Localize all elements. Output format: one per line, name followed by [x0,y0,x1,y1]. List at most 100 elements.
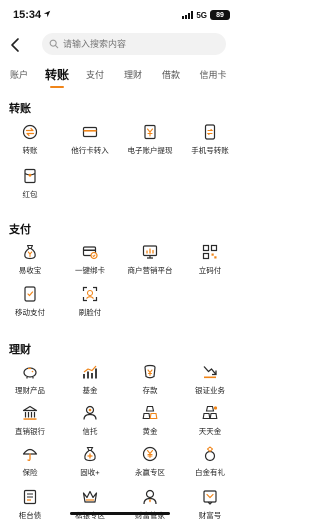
item-direct-bank[interactable]: 直销银行 [0,405,60,441]
signal-icon [182,11,194,19]
back-arrow-icon[interactable] [8,35,24,55]
item-label: 存款 [142,386,158,395]
bank-icon [22,405,38,420]
money-bag-icon [24,244,36,260]
item-label: 柜台债 [18,511,42,519]
item-lima-pay[interactable]: 立码付 [180,244,240,280]
item-label: 信托 [82,427,98,436]
item-red-packet[interactable]: 红包 [0,168,60,204]
item-label: 黄金 [142,427,158,436]
item-label: 移动支付 [15,308,45,317]
item-phone-transfer[interactable]: 手机号转账 [180,124,240,160]
status-indicators: 5G 89 [182,10,230,20]
trend-down-icon [203,366,217,379]
item-label: 基金 [82,386,98,395]
advisor-icon [143,489,157,505]
home-indicator[interactable] [70,512,170,515]
bind-card-icon [82,246,98,260]
fixed-income-bag-icon [84,446,96,462]
tab-payment[interactable]: 支付 [76,62,114,90]
item-platinum-gift[interactable]: 白金有礼 [180,446,240,482]
yuan-coin-icon [142,446,158,462]
tab-label: 借款 [161,70,180,80]
item-label: 商户营销平台 [127,266,173,275]
item-label: 天天金 [198,427,222,436]
tab-loan[interactable]: 借款 [152,62,190,90]
trust-icon [83,405,97,420]
battery-icon: 89 [210,10,230,20]
face-scan-icon [82,286,98,302]
phone-icon [204,124,216,140]
qr-code-icon [202,244,218,260]
tab-account[interactable]: 账户 [0,62,38,90]
tab-label: 信用卡 [199,70,227,80]
item-tiantianjin[interactable]: 天天金 [180,405,240,441]
piggy-bank-icon [23,367,37,379]
monitor-chart-icon [142,245,158,259]
tab-credit-card[interactable]: 信用卡 [190,62,236,90]
location-arrow-icon [43,10,51,18]
section-title-payment: 支付 [9,224,31,236]
bond-doc-icon [23,489,37,505]
status-time: 15:34 [13,9,42,21]
mobile-pay-icon [24,286,36,302]
item-label: 保险 [22,468,38,477]
item-label: 银证业务 [195,386,225,395]
section-title-wealth: 理财 [9,344,31,356]
item-other-bank-in[interactable]: 他行卡转入 [60,124,120,160]
item-label: 红包 [22,190,38,199]
item-counter-bond[interactable]: 柜台债 [0,489,60,519]
item-yishoubao[interactable]: 易收宝 [0,244,60,280]
card-in-icon [82,126,98,138]
item-label: 立码付 [198,266,222,275]
item-mobile-pay[interactable]: 移动支付 [0,286,60,322]
umbrella-icon [22,448,38,461]
item-trust[interactable]: 信托 [60,405,120,441]
item-label: 他行卡转入 [71,146,109,155]
item-fixed-income-plus[interactable]: 固收+ [60,446,120,482]
wealth-badge-icon [203,490,217,505]
item-label: 财富号 [198,511,222,519]
item-label: 转账 [22,146,38,155]
tab-label: 转账 [44,68,69,82]
network-type: 5G [196,10,207,20]
item-transfer[interactable]: 转账 [0,124,60,160]
item-deposit[interactable]: 存款 [120,364,180,400]
item-gold[interactable]: 黄金 [120,405,180,441]
item-label: 刷脸付 [78,308,102,317]
search-row [0,32,240,58]
section-title-transfer: 转账 [9,103,31,115]
deposit-icon [144,364,156,379]
search-input[interactable] [63,39,213,49]
tab-label: 账户 [9,70,28,80]
bar-chart-icon [83,365,97,379]
item-wealth-account[interactable]: 财富号 [180,489,240,519]
tab-transfer[interactable]: 转账 [38,62,76,90]
item-face-pay[interactable]: 刷脸付 [60,286,120,322]
item-e-account-withdraw[interactable]: 电子账户提现 [120,124,180,160]
item-yongying-zone[interactable]: 永赢专区 [120,446,180,482]
daily-gold-icon [202,405,218,420]
transfer-icon [22,124,38,140]
item-insurance[interactable]: 保险 [0,446,60,482]
tab-label: 支付 [85,70,104,80]
item-label: 理财产品 [15,386,45,395]
item-securities[interactable]: 银证业务 [180,364,240,400]
tab-wealth[interactable]: 理财 [114,62,152,90]
tab-label: 理财 [123,70,142,80]
crown-icon [82,490,98,503]
item-label: 永赢专区 [135,468,165,477]
item-fund[interactable]: 基金 [60,364,120,400]
item-quick-bind-card[interactable]: 一键绑卡 [60,244,120,280]
red-packet-icon [24,168,36,184]
item-label: 一键绑卡 [75,266,105,275]
search-icon [49,39,59,49]
item-merchant-marketing[interactable]: 商户营销平台 [120,244,180,280]
item-wealth-products[interactable]: 理财产品 [0,364,60,400]
diamond-ring-icon [204,446,216,462]
gold-bars-icon [142,405,158,420]
search-box[interactable] [42,33,226,55]
item-label: 电子账户提现 [127,146,173,155]
item-label: 手机号转账 [191,146,229,155]
status-bar: 15:34 5G 89 [0,0,240,30]
